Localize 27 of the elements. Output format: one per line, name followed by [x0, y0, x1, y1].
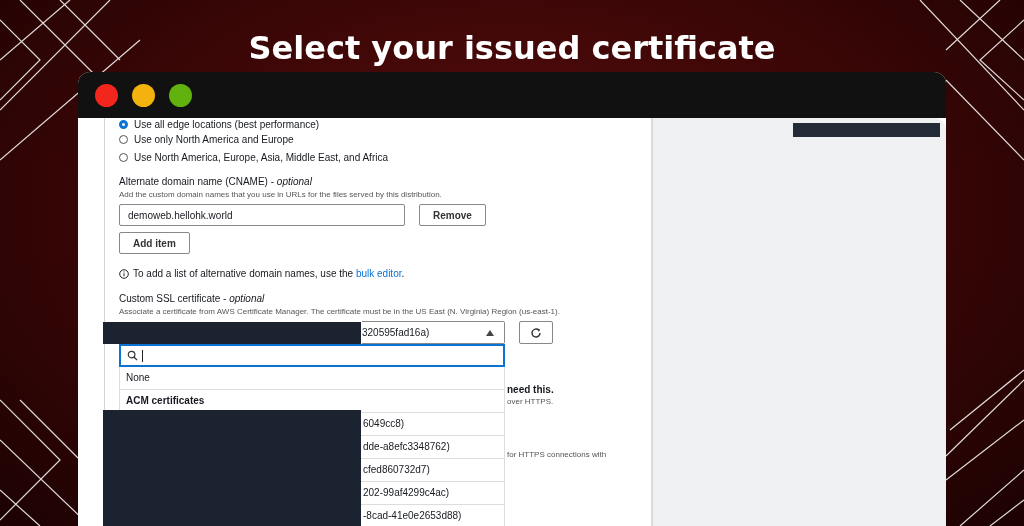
search-field[interactable] [119, 344, 505, 367]
domain-input-field[interactable]: demoweb.hellohk.world [119, 204, 405, 226]
radio-label: Use only North America and Europe [134, 133, 294, 145]
search-icon [127, 350, 138, 361]
radio-button[interactable] [119, 119, 128, 129]
partial-text: over HTTPS. [507, 397, 555, 406]
window-control-dot[interactable] [132, 83, 155, 107]
field-label: Alternate domain name (CNAME) - optional [119, 176, 313, 187]
refresh-button[interactable] [519, 321, 553, 344]
radio-label: Use all edge locations (best performance) [134, 118, 320, 130]
remove-button[interactable]: Remove [419, 204, 486, 226]
partial-text: need this. [507, 384, 555, 395]
certificate-select[interactable]: 320595fad16a) [362, 321, 505, 344]
dropdown-option[interactable]: None [119, 367, 505, 390]
field-description: Associate a certificate from AWS Certificate Manager. The certificate must be in the US East (N. Virginia) Region (us-east-1). [119, 307, 561, 316]
info-text: To add a list of alternative domain names, use the bulk editor. [133, 268, 405, 279]
info-icon [119, 268, 129, 279]
refresh-icon [530, 326, 542, 339]
partial-text: for HTTPS connections with [507, 450, 607, 459]
window-control-dot[interactable] [95, 83, 118, 107]
slide-title: Select your issued certificate [247, 28, 777, 69]
field-label: Custom SSL certificate - optional [119, 293, 266, 304]
window-control-dot[interactable] [169, 83, 192, 107]
bulk-editor-link[interactable]: bulk editor [355, 268, 402, 279]
radio-label: Use North America, Europe, Asia, Middle East, and Africa [134, 151, 388, 163]
field-description: Add the custom domain names that you use in URLs for the files served by this distribution. [119, 190, 443, 199]
add-item-button[interactable]: Add item [119, 232, 190, 254]
